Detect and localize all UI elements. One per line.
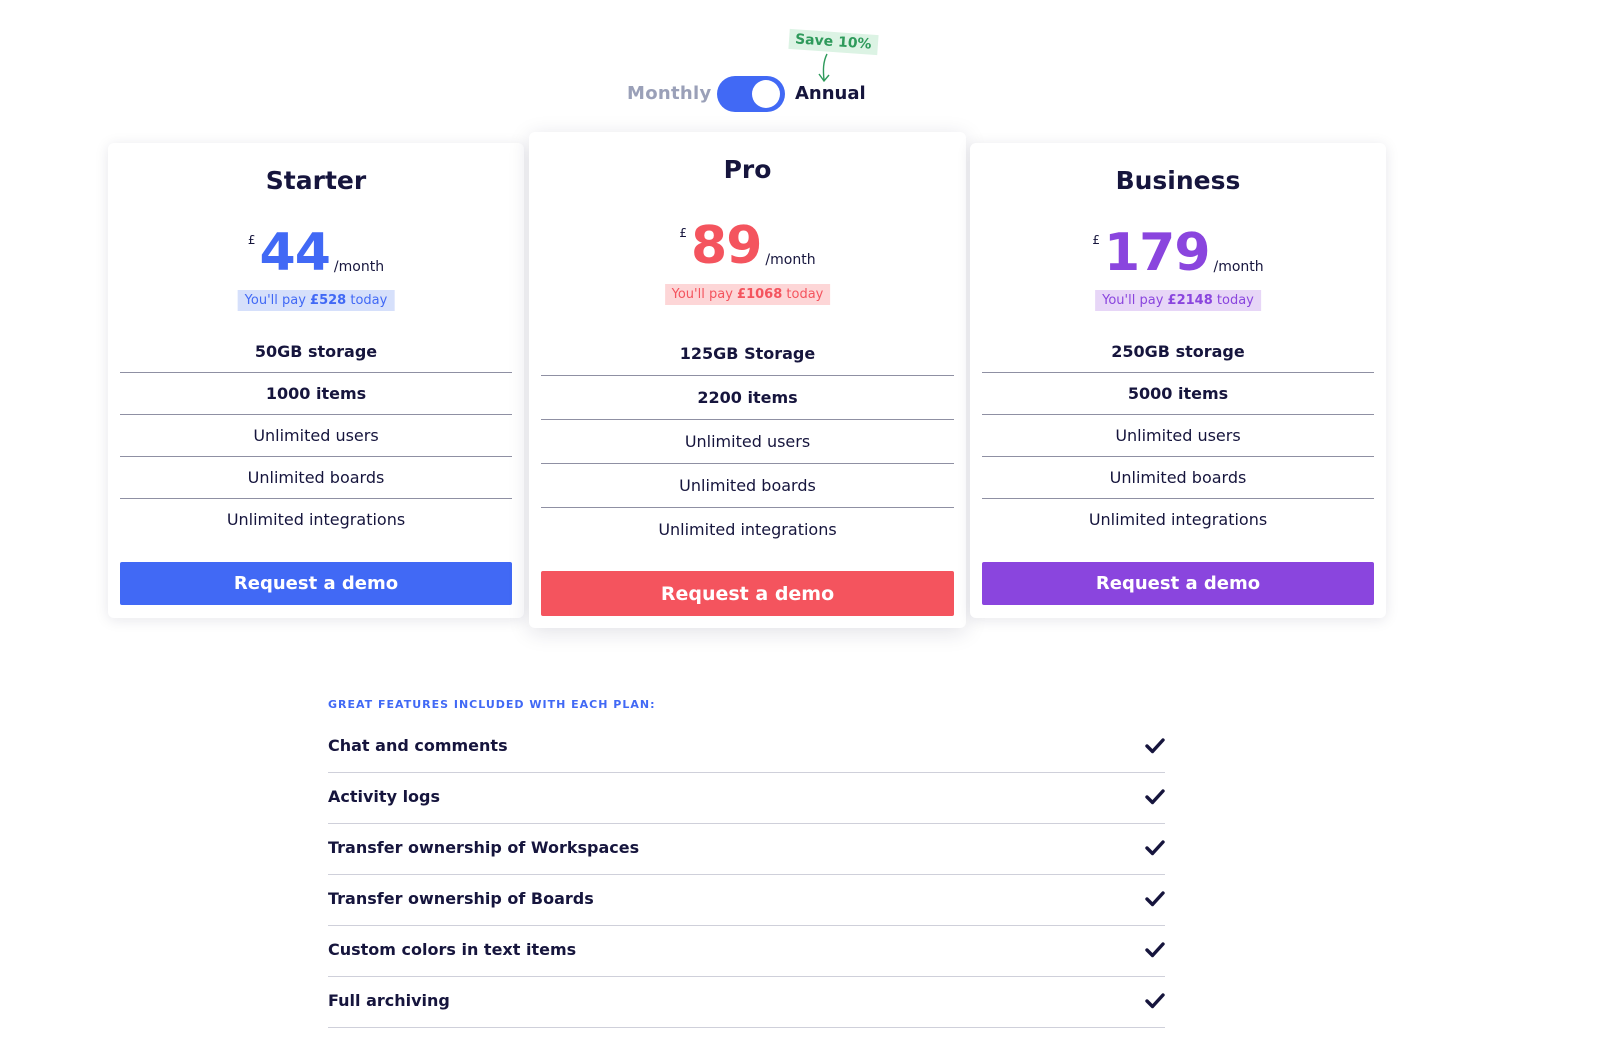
pay-suffix: today: [1216, 293, 1254, 308]
feature-storage: 125GB Storage: [541, 332, 954, 376]
included-feature-label: Chat and comments: [328, 736, 508, 755]
included-feature-label: Full archiving: [328, 991, 450, 1010]
plan-name: Pro: [723, 155, 772, 184]
price-amount: 44: [259, 223, 331, 283]
pay-amount: £1068: [737, 287, 783, 302]
feature-integrations: Unlimited integrations: [226, 510, 406, 529]
included-feature-row: Activity logs: [328, 773, 1165, 824]
arrow-down-icon: [818, 53, 830, 83]
price-amount: 89: [691, 216, 762, 276]
pay-suffix: today: [786, 287, 824, 302]
plan-card-starter: Starter £ 44 /month You'll pay £528 toda…: [108, 143, 524, 618]
included-features: GREAT FEATURES INCLUDED WITH EACH PLAN: …: [328, 698, 1165, 1028]
feature-boards: Unlimited boards: [120, 457, 512, 499]
feature-items: 2200 items: [541, 376, 954, 420]
annual-label[interactable]: Annual: [795, 83, 866, 104]
currency-symbol: £: [679, 226, 688, 240]
price: £ 89 /month: [529, 220, 966, 272]
price: £ 44 /month: [108, 227, 524, 279]
included-feature-row: Custom colors in text items: [328, 926, 1165, 977]
check-icon: [1145, 738, 1165, 754]
plan-features: 50GB storage 1000 items Unlimited users …: [120, 331, 512, 541]
check-icon: [1145, 789, 1165, 805]
price-period: /month: [333, 259, 385, 275]
monthly-label[interactable]: Monthly: [627, 83, 712, 104]
feature-integrations: Unlimited integrations: [1088, 510, 1268, 529]
feature-integrations: Unlimited integrations: [658, 520, 837, 539]
feature-items: 5000 items: [982, 373, 1374, 415]
price-amount: 179: [1103, 223, 1211, 283]
billing-toggle: Monthly Annual: [0, 74, 1600, 114]
pay-prefix: You'll pay: [244, 293, 306, 308]
pay-today-badge: You'll pay £528 today: [237, 290, 395, 311]
feature-users: Unlimited users: [541, 420, 954, 464]
included-feature-row: Full archiving: [328, 977, 1165, 1028]
included-feature-row: Transfer ownership of Workspaces: [328, 824, 1165, 875]
check-icon: [1145, 891, 1165, 907]
check-icon: [1145, 840, 1165, 856]
plan-name: Starter: [265, 166, 367, 195]
plan-name: Business: [1115, 166, 1241, 195]
price: £ 179 /month: [970, 227, 1386, 279]
plan-card-business: Business £ 179 /month You'll pay £2148 t…: [970, 143, 1386, 618]
feature-boards: Unlimited boards: [982, 457, 1374, 499]
feature-items: 1000 items: [120, 373, 512, 415]
included-feature-label: Activity logs: [328, 787, 441, 806]
feature-users: Unlimited users: [120, 415, 512, 457]
switch-knob: [752, 80, 780, 108]
currency-symbol: £: [247, 233, 256, 247]
included-features-heading: GREAT FEATURES INCLUDED WITH EACH PLAN:: [328, 698, 656, 711]
request-demo-button-business[interactable]: Request a demo: [982, 562, 1374, 605]
check-icon: [1145, 942, 1165, 958]
request-demo-button-pro[interactable]: Request a demo: [541, 571, 954, 616]
plan-features: 125GB Storage 2200 items Unlimited users…: [541, 332, 954, 552]
feature-storage: 50GB storage: [120, 331, 512, 373]
feature-boards: Unlimited boards: [541, 464, 954, 508]
included-feature-row: Transfer ownership of Boards: [328, 875, 1165, 926]
included-feature-label: Transfer ownership of Workspaces: [328, 838, 640, 857]
currency-symbol: £: [1092, 233, 1100, 247]
billing-period-switch[interactable]: [717, 76, 785, 112]
pay-today-badge: You'll pay £2148 today: [1095, 290, 1261, 311]
included-feature-label: Transfer ownership of Boards: [328, 889, 594, 908]
pay-suffix: today: [350, 293, 388, 308]
price-period: /month: [1213, 259, 1264, 275]
pay-amount: £2148: [1167, 293, 1213, 308]
included-feature-row: Chat and comments: [328, 722, 1165, 773]
pay-today-badge: You'll pay £1068 today: [664, 284, 831, 305]
check-icon: [1145, 993, 1165, 1009]
feature-users: Unlimited users: [982, 415, 1374, 457]
feature-storage: 250GB storage: [982, 331, 1374, 373]
pay-amount: £528: [310, 293, 347, 308]
price-period: /month: [765, 252, 816, 268]
plan-card-pro: Pro £ 89 /month You'll pay £1068 today 1…: [529, 132, 966, 628]
pay-prefix: You'll pay: [1102, 293, 1164, 308]
included-feature-label: Custom colors in text items: [328, 940, 577, 959]
pay-prefix: You'll pay: [671, 287, 733, 302]
plan-features: 250GB storage 5000 items Unlimited users…: [982, 331, 1374, 541]
request-demo-button-starter[interactable]: Request a demo: [120, 562, 512, 605]
